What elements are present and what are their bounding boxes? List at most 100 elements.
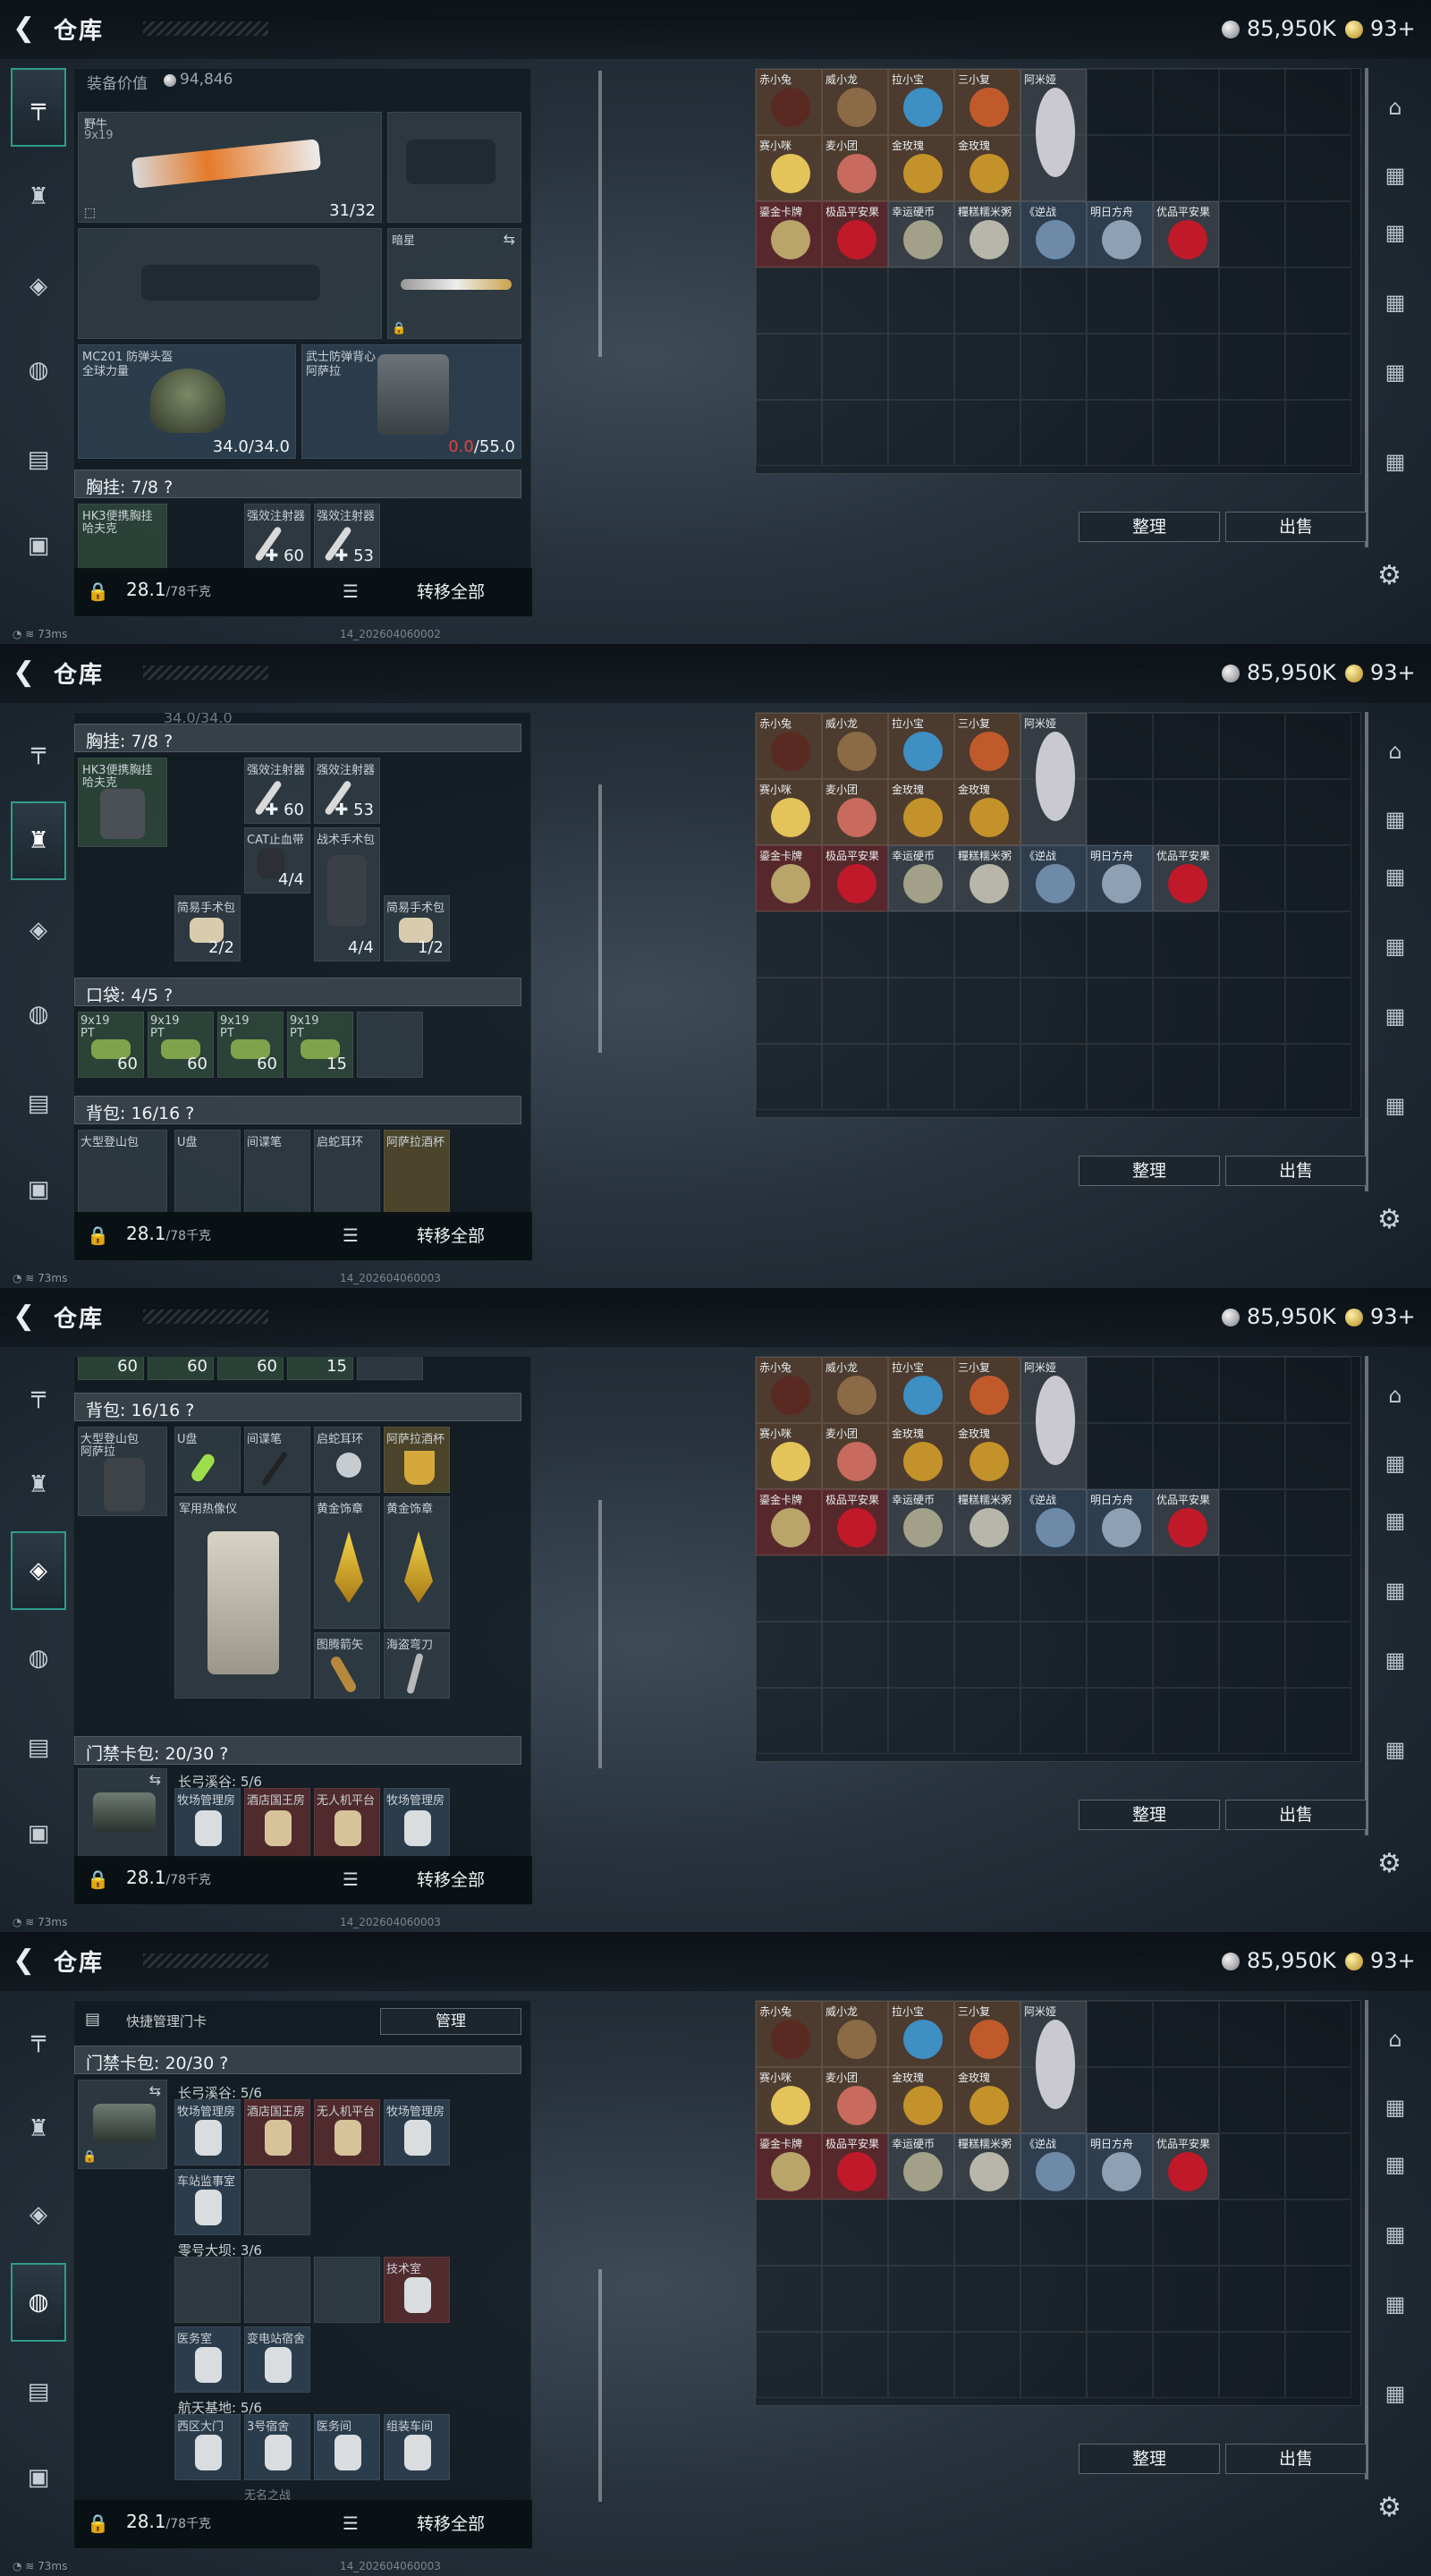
inventory-item[interactable]: 强效注射器 ✚ 60 bbox=[244, 504, 310, 570]
stash-item[interactable]: 幸运硬币 bbox=[888, 2133, 954, 2199]
stash-empty-cell[interactable] bbox=[1285, 267, 1351, 334]
stash-empty-cell[interactable] bbox=[1219, 2199, 1285, 2266]
inventory-item[interactable]: 间谍笔 bbox=[244, 1130, 310, 1214]
empty-keycard-slot[interactable] bbox=[174, 2257, 241, 2323]
stash-empty-cell[interactable] bbox=[1219, 267, 1285, 334]
scrollbar[interactable] bbox=[598, 71, 602, 357]
stash-empty-cell[interactable] bbox=[1219, 1622, 1285, 1688]
stash-empty-cell[interactable] bbox=[1020, 978, 1087, 1044]
stash-empty-cell[interactable] bbox=[1219, 911, 1285, 978]
stash-empty-cell[interactable] bbox=[954, 2332, 1020, 2398]
stash-item[interactable]: 赛小咪 bbox=[756, 135, 822, 201]
keycard-slot[interactable]: 牧场管理房 bbox=[174, 2099, 241, 2165]
stash-item[interactable]: 鎏金卡牌 bbox=[756, 2133, 822, 2199]
inventory-item[interactable]: 启蛇耳环 bbox=[314, 1130, 380, 1214]
keycard-slot[interactable]: 医务室 bbox=[174, 2326, 241, 2393]
empty-pocket-slot[interactable] bbox=[357, 1012, 423, 1078]
gold-currency[interactable]: 93+ bbox=[1345, 1304, 1416, 1329]
stash-empty-cell[interactable] bbox=[1219, 2266, 1285, 2332]
stash-empty-cell[interactable] bbox=[1087, 135, 1153, 201]
tab-1-icon[interactable]: ▦ bbox=[1377, 801, 1413, 837]
stash-empty-cell[interactable] bbox=[1219, 2332, 1285, 2398]
nav-rig[interactable]: ♜ bbox=[11, 2089, 66, 2168]
nav-case[interactable]: ▣ bbox=[11, 1150, 66, 1229]
stash-empty-cell[interactable] bbox=[822, 911, 888, 978]
stash-empty-cell[interactable] bbox=[1219, 1555, 1285, 1622]
keycard-slot[interactable]: 牧场管理房 bbox=[384, 1788, 450, 1858]
help-icon[interactable]: ? bbox=[219, 1744, 228, 1764]
back-icon[interactable]: ❮ bbox=[13, 1302, 39, 1331]
lock-icon[interactable]: 🔒 bbox=[87, 1868, 109, 1890]
stash-empty-cell[interactable] bbox=[822, 2199, 888, 2266]
stash-empty-cell[interactable] bbox=[1153, 1423, 1219, 1489]
scrollbar[interactable] bbox=[598, 1500, 602, 1768]
stash-empty-cell[interactable] bbox=[888, 978, 954, 1044]
tab-3-icon[interactable]: ▦ bbox=[1377, 928, 1413, 964]
nav-clipboard[interactable]: ▤ bbox=[11, 420, 66, 499]
nav-case[interactable]: ▣ bbox=[11, 2438, 66, 2517]
stash-scrollbar[interactable] bbox=[1365, 712, 1368, 1191]
stash-empty-cell[interactable] bbox=[1087, 2067, 1153, 2133]
stash-empty-cell[interactable] bbox=[954, 2199, 1020, 2266]
stash-empty-cell[interactable] bbox=[1219, 1044, 1285, 1110]
stash-empty-cell[interactable] bbox=[1285, 1489, 1351, 1555]
stash-empty-cell[interactable] bbox=[1219, 400, 1285, 466]
stash-empty-cell[interactable] bbox=[1219, 201, 1285, 267]
stash-item[interactable]: 鎏金卡牌 bbox=[756, 1489, 822, 1555]
stash-item[interactable]: 《逆战 bbox=[1020, 2133, 1087, 2199]
stash-item[interactable]: 极品平安果 bbox=[822, 845, 888, 911]
nav-backpack[interactable]: ◈ bbox=[11, 247, 66, 326]
stash-item[interactable]: 赛小咪 bbox=[756, 1423, 822, 1489]
stash-item[interactable]: 极品平安果 bbox=[822, 201, 888, 267]
stash-empty-cell[interactable] bbox=[1087, 978, 1153, 1044]
tab-1-icon[interactable]: ▦ bbox=[1377, 1445, 1413, 1481]
stash-empty-cell[interactable] bbox=[1219, 1688, 1285, 1754]
ammo-slot[interactable]: 9x19 PT 60 bbox=[148, 1012, 214, 1078]
silver-currency[interactable]: 85,950K bbox=[1222, 660, 1336, 685]
stash-empty-cell[interactable] bbox=[888, 2199, 954, 2266]
nav-weapons[interactable]: ╤ bbox=[11, 2000, 66, 2079]
tab-5-icon[interactable]: ▦ bbox=[1377, 1088, 1413, 1123]
inventory-item[interactable]: 海盗弯刀 bbox=[384, 1632, 450, 1699]
stash-empty-cell[interactable] bbox=[756, 2332, 822, 2398]
stash-empty-cell[interactable] bbox=[1285, 135, 1351, 201]
stash-empty-cell[interactable] bbox=[954, 978, 1020, 1044]
keycard-slot[interactable]: 组装车间 bbox=[384, 2414, 450, 2480]
stash-item[interactable]: 《逆战 bbox=[1020, 845, 1087, 911]
tab-home-icon[interactable]: ⌂ bbox=[1377, 733, 1413, 769]
nav-cards[interactable]: ◍ bbox=[11, 1619, 66, 1698]
stash-empty-cell[interactable] bbox=[1219, 2133, 1285, 2199]
settings-gear-icon[interactable]: ⚙ bbox=[1377, 1848, 1401, 1879]
stash-item[interactable]: 金玫瑰 bbox=[954, 779, 1020, 845]
stash-item[interactable]: 拉小宝 bbox=[888, 2001, 954, 2067]
stash-item[interactable]: 阿米娅 bbox=[1020, 2001, 1087, 2133]
gold-currency[interactable]: 93+ bbox=[1345, 660, 1416, 685]
swap-icon[interactable]: ⇆ bbox=[149, 2082, 161, 2099]
tab-4-icon[interactable]: ▦ bbox=[1377, 2286, 1413, 2322]
stash-empty-cell[interactable] bbox=[1285, 2133, 1351, 2199]
stash-empty-cell[interactable] bbox=[1219, 1423, 1285, 1489]
stash-item[interactable]: 威小龙 bbox=[822, 2001, 888, 2067]
stash-empty-cell[interactable] bbox=[1153, 1622, 1219, 1688]
stash-empty-cell[interactable] bbox=[1219, 1489, 1285, 1555]
inventory-item[interactable]: 黄金饰章 bbox=[384, 1496, 450, 1629]
help-icon[interactable]: ? bbox=[185, 1401, 194, 1420]
stash-item[interactable]: 三小复 bbox=[954, 1357, 1020, 1423]
stash-empty-cell[interactable] bbox=[1285, 1688, 1351, 1754]
help-icon[interactable]: ? bbox=[185, 1104, 194, 1123]
stash-empty-cell[interactable] bbox=[1285, 1622, 1351, 1688]
scrollbar[interactable] bbox=[598, 2269, 602, 2502]
stash-item[interactable]: 赤小兔 bbox=[756, 1357, 822, 1423]
stash-empty-cell[interactable] bbox=[756, 334, 822, 400]
stash-scrollbar[interactable] bbox=[1365, 1356, 1368, 1835]
stash-empty-cell[interactable] bbox=[1153, 1555, 1219, 1622]
stash-empty-cell[interactable] bbox=[1285, 2067, 1351, 2133]
stash-empty-cell[interactable] bbox=[888, 911, 954, 978]
keycard-slot[interactable]: 3号宿舍 bbox=[244, 2414, 310, 2480]
stash-empty-cell[interactable] bbox=[1153, 713, 1219, 779]
inventory-item[interactable]: CAT止血带 4/4 bbox=[244, 827, 310, 894]
stash-empty-cell[interactable] bbox=[1153, 779, 1219, 845]
sort-button[interactable]: 整理 bbox=[1079, 2444, 1220, 2474]
back-icon[interactable]: ❮ bbox=[13, 14, 39, 43]
stash-empty-cell[interactable] bbox=[954, 911, 1020, 978]
